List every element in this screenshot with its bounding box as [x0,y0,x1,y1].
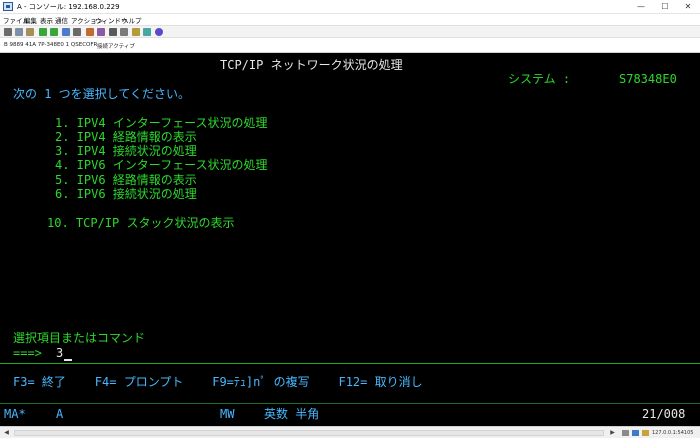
system-name: S78348E0 [619,72,677,86]
ip-address: 127.0.0.1:54105 [652,430,694,436]
macro-play-icon[interactable] [86,28,94,36]
oia-cursor-position: 21/008 [642,407,686,421]
macro-record-icon[interactable] [97,28,105,36]
oia-ma: MA* [4,407,26,421]
instruction-text: 次の 1 つを選択してください。 [13,87,190,101]
display-icon[interactable] [62,28,70,36]
customize-icon[interactable] [143,28,151,36]
text-cursor [64,359,72,361]
system-label: システム : [508,72,571,86]
keyboard-icon [622,430,629,436]
separator-line [0,363,700,364]
oia-input-mode: 英数 半角 [264,407,320,421]
session-info: B 9889 41A 7P-348E0 1 QSECOFR [4,42,98,48]
oia-mw: MW [220,407,235,421]
menu-option-4: 4. IPV6 インターフェース状況の処理 [55,158,268,172]
app-icon [3,2,13,11]
print-icon[interactable] [4,28,12,36]
menu-option-3: 3. IPV4 接続状況の処理 [55,144,197,158]
lock-icon[interactable] [132,28,140,36]
minimize-button[interactable]: — [630,0,652,14]
network-icon [632,430,639,436]
close-button[interactable]: ✕ [677,0,699,14]
window-title: A - コンソール: 192.168.0.229 [17,3,120,11]
disconnect-icon[interactable] [109,28,117,36]
command-input[interactable]: 3 [56,346,63,360]
lock-status-icon [642,430,649,436]
menu-comm[interactable]: 通信 [55,15,68,25]
oia-session: A [56,407,64,421]
oia-separator [0,403,700,404]
menu-view[interactable]: 表示 [40,15,53,25]
menu-option-5: 5. IPV6 経路情報の表示 [55,173,197,187]
keypad-icon[interactable] [73,28,81,36]
menu-option-1: 1. IPV4 インターフェース状況の処理 [55,116,268,130]
session-status-strip: B 9889 41A 7P-348E0 1 QSECOFR 接続アクティブ [0,38,700,53]
send-icon[interactable] [39,28,47,36]
menu-option-6: 6. IPV6 接続状況の処理 [55,187,197,201]
toolbar [0,25,700,38]
menu-option-10: 10. TCP/IP スタック状況の表示 [47,216,235,230]
paste-icon[interactable] [26,28,34,36]
horizontal-scrollbar[interactable] [14,430,604,436]
scroll-right-icon[interactable]: ▶ [608,429,617,437]
terminal-screen[interactable]: TCP/IP ネットワーク状況の処理 システム : S78348E0 次の 1 … [0,53,700,426]
function-keys: F3= 終了 F4= プロンプト F9=ﾃｭ]nﾟ の複写 F12= 取り消し [13,375,423,389]
copy-icon[interactable] [15,28,23,36]
bottom-bar: ◀ ▶ 127.0.0.1:54105 [0,426,700,438]
help-icon[interactable] [155,28,163,36]
screen-title: TCP/IP ネットワーク状況の処理 [220,58,403,72]
menu-help[interactable]: ヘルプ [122,15,142,25]
maximize-button[interactable]: ☐ [654,0,676,14]
scroll-left-icon[interactable]: ◀ [2,429,11,437]
connection-status: 接続アクティブ [97,44,135,50]
menu-bar: ファイル 編集 表示 通信 アクション ウィンドウ ヘルプ [0,14,700,25]
settings-icon[interactable] [120,28,128,36]
title-bar: A - コンソール: 192.168.0.229 — ☐ ✕ [0,0,700,14]
command-prompt: ===> [13,346,42,360]
command-label: 選択項目またはコマンド [13,331,146,345]
receive-icon[interactable] [50,28,58,36]
menu-edit[interactable]: 編集 [24,15,37,25]
menu-option-2: 2. IPV4 経路情報の表示 [55,130,197,144]
